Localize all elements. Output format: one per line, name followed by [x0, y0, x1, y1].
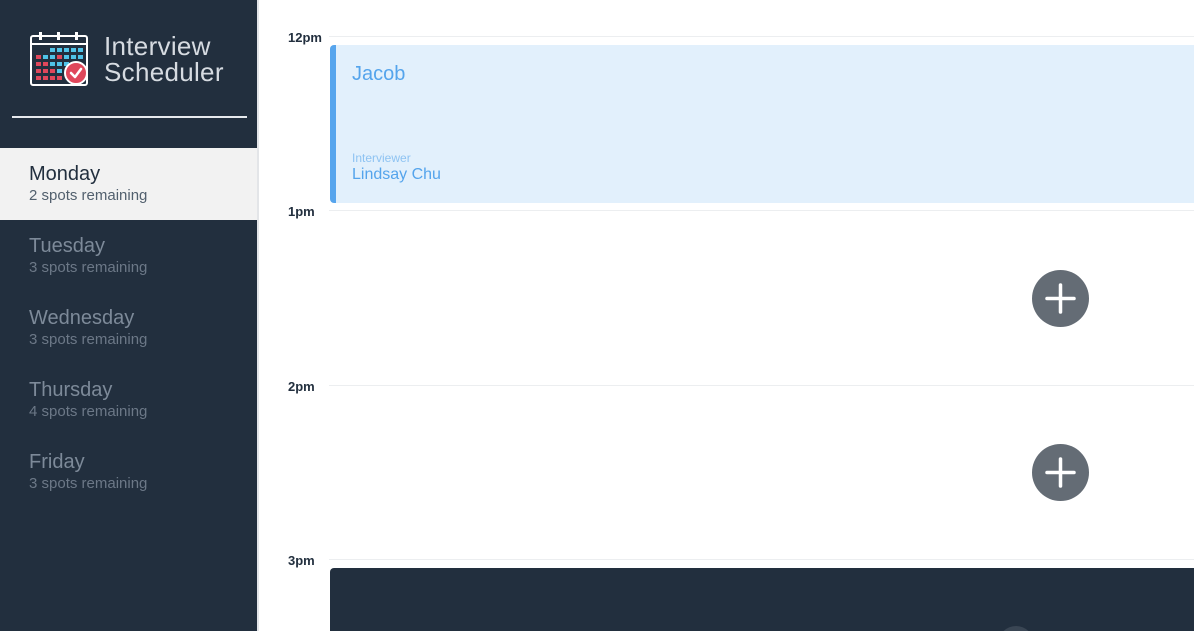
brand: Interview Scheduler: [30, 31, 224, 87]
hour-label: 1pm: [288, 204, 315, 219]
day-list: Monday 2 spots remaining Tuesday 3 spots…: [0, 148, 257, 508]
day-spots: 2 spots remaining: [29, 187, 148, 204]
app-title: Interview Scheduler: [104, 33, 224, 85]
add-appointment-button[interactable]: [1032, 444, 1089, 501]
student-name: Jacob: [352, 63, 406, 85]
day-spots: 3 spots remaining: [29, 331, 148, 348]
sidebar: Interview Scheduler Monday 2 spots remai…: [0, 0, 259, 631]
day-name: Thursday: [29, 379, 113, 401]
appointment-card[interactable]: Jacob Interviewer Lindsay Chu: [330, 45, 1194, 203]
plus-icon: [1045, 457, 1076, 488]
day-name: Monday: [29, 163, 101, 185]
day-item-monday[interactable]: Monday 2 spots remaining: [0, 148, 257, 220]
day-name: Tuesday: [29, 235, 105, 257]
sidebar-divider: [12, 116, 247, 118]
hour-divider: [329, 210, 1194, 211]
day-name: Wednesday: [29, 307, 135, 329]
app-title-line1: Interview: [104, 31, 211, 61]
day-spots: 3 spots remaining: [29, 259, 148, 276]
day-item-wednesday[interactable]: Wednesday 3 spots remaining: [0, 292, 257, 364]
day-spots: 3 spots remaining: [29, 475, 148, 492]
app: Interview Scheduler Monday 2 spots remai…: [0, 0, 1194, 631]
day-spots: 4 spots remaining: [29, 403, 148, 420]
interviewer-label: Interviewer: [352, 151, 411, 165]
day-item-thursday[interactable]: Thursday 4 spots remaining: [0, 364, 257, 436]
appointment-card-dark[interactable]: [330, 568, 1194, 631]
day-name: Friday: [29, 451, 85, 473]
add-appointment-button[interactable]: [1032, 270, 1089, 327]
action-button[interactable]: [998, 626, 1034, 631]
calendar-check-icon: [30, 32, 88, 86]
hour-divider: [329, 559, 1194, 560]
hour-label: 12pm: [288, 30, 322, 45]
hour-label: 2pm: [288, 379, 315, 394]
plus-icon: [1045, 283, 1076, 314]
day-item-tuesday[interactable]: Tuesday 3 spots remaining: [0, 220, 257, 292]
app-title-line2: Scheduler: [104, 57, 224, 87]
schedule: 12pm Jacob Interviewer Lindsay Chu 1pm 2…: [259, 0, 1194, 631]
hour-label: 3pm: [288, 553, 315, 568]
interviewer-name: Lindsay Chu: [352, 166, 441, 183]
day-item-friday[interactable]: Friday 3 spots remaining: [0, 436, 257, 508]
hour-divider: [329, 36, 1194, 37]
hour-divider: [329, 385, 1194, 386]
